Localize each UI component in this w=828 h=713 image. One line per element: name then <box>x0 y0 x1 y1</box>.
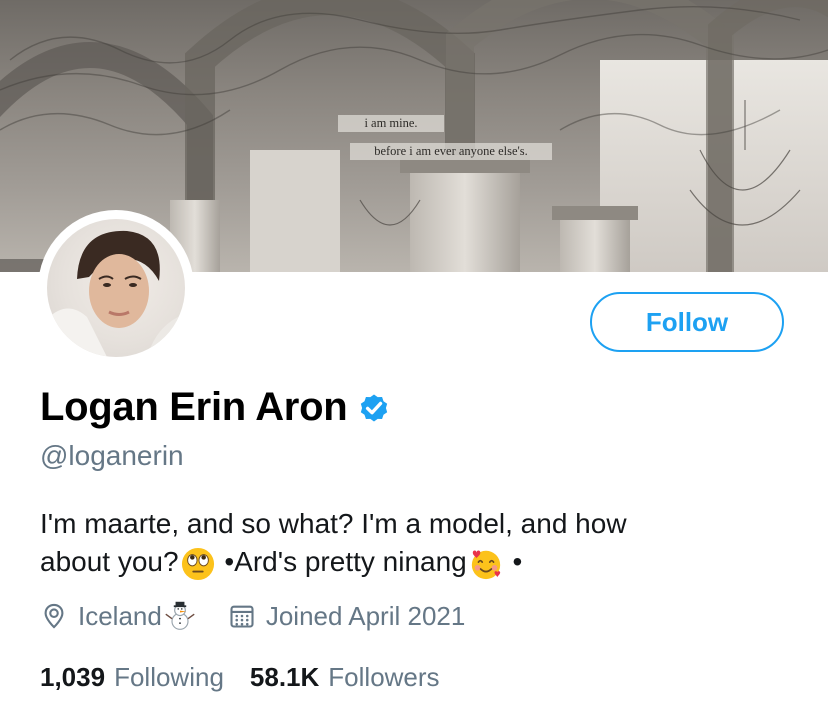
followers-label: Followers <box>328 662 440 692</box>
profile-bio: I'm maarte, and so what? I'm a model, an… <box>40 505 800 581</box>
snowman-icon <box>165 601 195 630</box>
location-pin-icon <box>44 603 64 629</box>
profile-stats: 1,039 Following 58.1K Followers <box>40 662 440 693</box>
profile-name-row: Logan Erin Aron <box>40 385 391 430</box>
verified-badge-icon <box>361 394 388 421</box>
avatar[interactable] <box>38 210 194 366</box>
smiling-face-with-hearts-icon <box>471 550 500 579</box>
bio-line-2: about you? •Ard's pretty ninang • <box>40 543 800 581</box>
calendar-icon <box>230 605 254 628</box>
join-date-text: Joined April 2021 <box>265 600 466 631</box>
following-link[interactable]: 1,039 Following <box>40 662 224 693</box>
join-date: Joined April 2021 <box>228 601 465 632</box>
profile-meta: Iceland Joined April 2021 <box>40 600 465 632</box>
banner-quote-line-1: i am mine. <box>338 115 444 132</box>
bio-line-1: I'm maarte, and so what? I'm a model, an… <box>40 508 627 539</box>
bio-text-a: about you? <box>40 546 179 577</box>
location-text: Iceland <box>78 600 162 631</box>
banner-quote-line-2: before i am ever anyone else's. <box>350 143 552 160</box>
avatar-photo <box>47 219 185 357</box>
following-count: 1,039 <box>40 662 106 692</box>
face-with-rolling-eyes-icon <box>181 547 214 580</box>
followers-link[interactable]: 58.1K Followers <box>250 662 440 693</box>
followers-count: 58.1K <box>249 662 320 692</box>
bio-text-b: •Ard's pretty ninang <box>216 546 467 577</box>
location: Iceland <box>40 600 198 632</box>
follow-button[interactable]: Follow <box>590 292 784 352</box>
following-label: Following <box>114 662 224 692</box>
profile-name: Logan Erin Aron <box>40 385 348 429</box>
bio-text-c: • <box>504 546 523 577</box>
profile-handle: @loganerin <box>40 440 184 471</box>
